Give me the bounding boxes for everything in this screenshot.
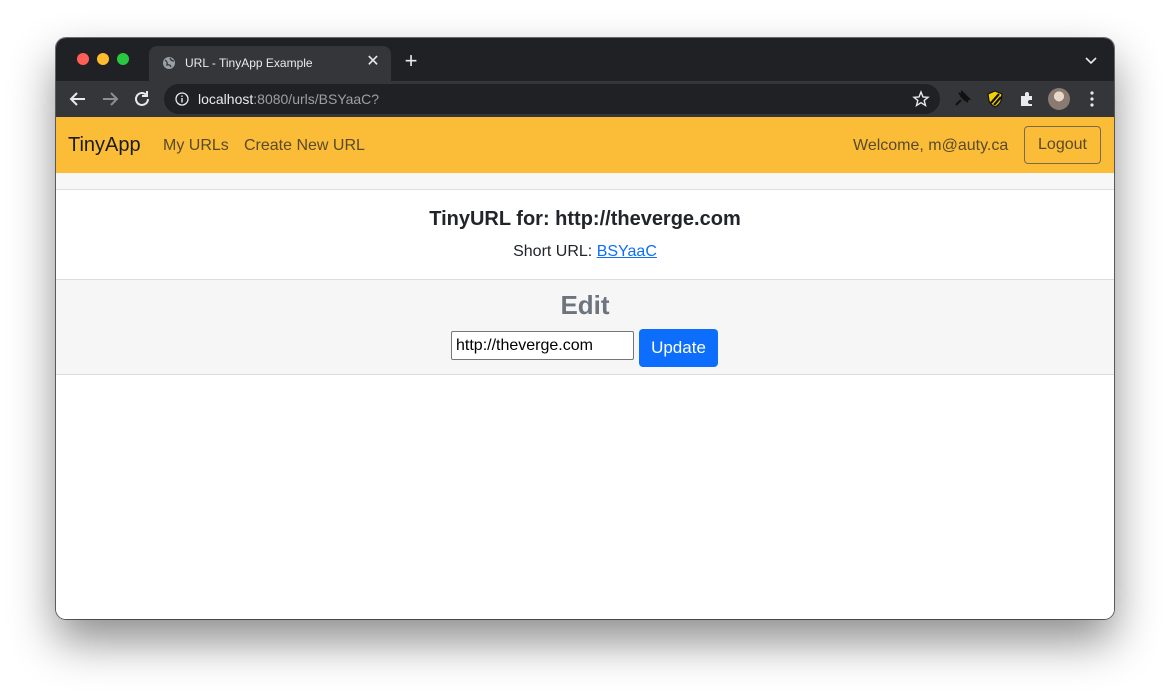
back-icon[interactable]	[67, 88, 89, 110]
short-url-label: Short URL:	[513, 243, 597, 260]
tab-close-icon[interactable]: ✕	[365, 53, 381, 71]
short-url-link[interactable]: BSYaaC	[597, 243, 657, 260]
reload-icon[interactable]	[131, 88, 153, 110]
browser-window: URL - TinyApp Example ✕ + localhost:8080…	[56, 38, 1114, 619]
maximize-window-button[interactable]	[117, 53, 129, 65]
edit-section: Edit Update	[56, 279, 1114, 375]
url-text[interactable]: localhost:8080/urls/BSYaaC?	[198, 91, 379, 107]
logout-button[interactable]: Logout	[1024, 126, 1101, 164]
info-icon[interactable]	[175, 92, 189, 106]
kebab-menu-icon[interactable]	[1084, 90, 1100, 108]
navbar: TinyApp My URLs Create New URL Welcome, …	[56, 117, 1114, 173]
new-tab-button[interactable]: +	[401, 50, 421, 72]
nav-create-new-url[interactable]: Create New URL	[244, 137, 365, 155]
edit-heading: Edit	[560, 290, 610, 320]
profile-avatar[interactable]	[1048, 88, 1070, 110]
long-url-input[interactable]	[451, 331, 634, 360]
globe-icon	[163, 57, 175, 69]
page-spacer	[56, 173, 1114, 190]
tab-strip: URL - TinyApp Example ✕ +	[56, 38, 1114, 81]
puzzle-icon[interactable]	[1017, 89, 1037, 109]
browser-toolbar: localhost:8080/urls/BSYaaC?	[56, 81, 1114, 117]
url-card: TinyURL for: http://theverge.com Short U…	[56, 191, 1114, 279]
forward-icon[interactable]	[99, 88, 121, 110]
nav-my-urls[interactable]: My URLs	[163, 137, 229, 155]
brand-link[interactable]: TinyApp	[68, 134, 141, 157]
extension-badge-icon[interactable]	[985, 89, 1005, 109]
active-tab[interactable]: URL - TinyApp Example ✕	[149, 46, 391, 81]
pin-extension-icon[interactable]	[952, 89, 972, 109]
url-host: localhost	[198, 91, 254, 107]
close-window-button[interactable]	[77, 53, 89, 65]
tab-search-chevron-icon[interactable]	[1084, 53, 1098, 67]
short-url-line: Short URL: BSYaaC	[56, 243, 1114, 261]
welcome-text: Welcome, m@auty.ca	[853, 137, 1009, 154]
star-icon[interactable]	[912, 90, 930, 108]
tab-title: URL - TinyApp Example	[185, 56, 313, 70]
update-button[interactable]: Update	[639, 329, 718, 367]
card-title: TinyURL for: http://theverge.com	[429, 208, 741, 230]
minimize-window-button[interactable]	[97, 53, 109, 65]
page-viewport: TinyApp My URLs Create New URL Welcome, …	[56, 117, 1114, 619]
address-bar[interactable]: localhost:8080/urls/BSYaaC?	[164, 84, 940, 114]
url-path: :8080/urls/BSYaaC?	[253, 91, 380, 107]
